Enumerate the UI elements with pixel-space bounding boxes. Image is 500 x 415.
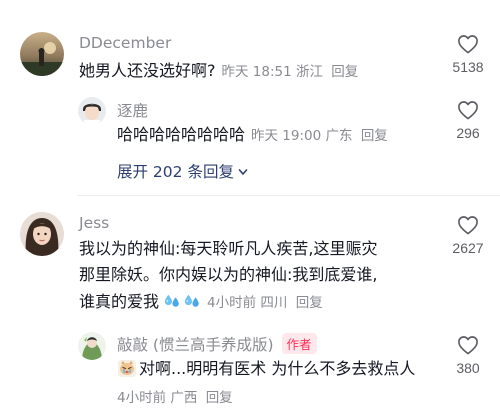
heart-outline-icon: [458, 216, 478, 235]
reply-button[interactable]: 回复: [296, 295, 323, 311]
crying-cat-sticker: [118, 360, 136, 377]
sweat-droplets-emoji: [184, 294, 199, 307]
comment-text-line-2: 那里除妖。你内娱以为的神仙:我到底爱谁,: [79, 265, 378, 284]
expand-replies-button[interactable]: 展开 202 条回复: [117, 160, 248, 182]
expand-label: 展开 202 条回复: [117, 163, 234, 181]
comment-body-end: 谁真的爱我: [79, 292, 160, 311]
like-count: 2627: [452, 240, 484, 256]
reply-body: 哈哈哈哈哈哈哈哈: [117, 125, 246, 144]
like-count: 296: [456, 125, 480, 141]
comment-body: 她男人还没选好啊?: [79, 61, 216, 80]
author-badge: 作者: [281, 333, 317, 354]
comment-text: 她男人还没选好啊? 昨天 18:51 浙江 回复: [79, 58, 358, 86]
reply-button[interactable]: 回复: [331, 64, 358, 80]
comment-time: 昨天 18:51: [221, 64, 292, 80]
avatar-zhulu[interactable]: [78, 97, 106, 125]
reply-username[interactable]: 敲敲 (惯兰高手养成版): [117, 336, 274, 354]
reply-username[interactable]: 逐鹿: [117, 99, 148, 121]
reply-time: 4小时前: [117, 390, 167, 406]
like-button[interactable]: 296: [446, 100, 490, 141]
comment-time: 4小时前: [207, 295, 257, 311]
sweat-droplets-emoji: [164, 294, 179, 307]
reply-text: 对啊...明明有医术 为什么不多去救点人: [117, 356, 415, 383]
heart-outline-icon: [458, 336, 478, 355]
comment-meta: 昨天 18:51 浙江 回复: [222, 64, 359, 80]
like-button[interactable]: 5138: [446, 34, 490, 75]
heart-outline-icon: [458, 101, 478, 120]
reply-button[interactable]: 回复: [361, 128, 388, 144]
comment-username[interactable]: DDecember: [79, 34, 171, 52]
avatar-qiaoqiao[interactable]: [78, 332, 106, 360]
chevron-down-icon: [238, 169, 248, 175]
reply-time: 昨天 19:00: [251, 128, 322, 144]
comment-divider: [78, 195, 500, 196]
reply-username-row: 敲敲 (惯兰高手养成版) 作者: [117, 333, 317, 355]
reply-button[interactable]: 回复: [206, 390, 233, 406]
comment-location: 浙江: [296, 64, 323, 80]
reply-body: 对啊...明明有医术 为什么不多去救点人: [139, 359, 416, 378]
avatar-jess[interactable]: [20, 212, 64, 256]
reply-location: 广东: [325, 128, 353, 144]
avatar-ddecember[interactable]: [20, 32, 64, 76]
comment-username[interactable]: Jess: [79, 214, 109, 232]
comment-meta: 4小时前 四川 回复: [207, 295, 323, 311]
like-count: 5138: [452, 59, 484, 75]
heart-outline-icon: [458, 35, 478, 54]
comment-location: 四川: [260, 295, 288, 311]
reply-location: 广西: [170, 390, 198, 406]
like-count: 380: [456, 360, 480, 376]
reply-meta: 4小时前 广西 回复: [117, 390, 233, 406]
reply-meta: 昨天 19:00 广东 回复: [251, 128, 388, 144]
comment-text-line-3: 谁真的爱我 4小时前 四川 回复: [79, 289, 323, 317]
like-button[interactable]: 380: [446, 335, 490, 376]
reply-meta-line: 4小时前 广西 回复: [111, 384, 233, 412]
reply-text: 哈哈哈哈哈哈哈哈 昨天 19:00 广东 回复: [117, 122, 388, 150]
like-button[interactable]: 2627: [446, 215, 490, 256]
comment-text-line-1: 我以为的神仙:每天聆听凡人疾苦,这里赈灾: [79, 239, 378, 258]
